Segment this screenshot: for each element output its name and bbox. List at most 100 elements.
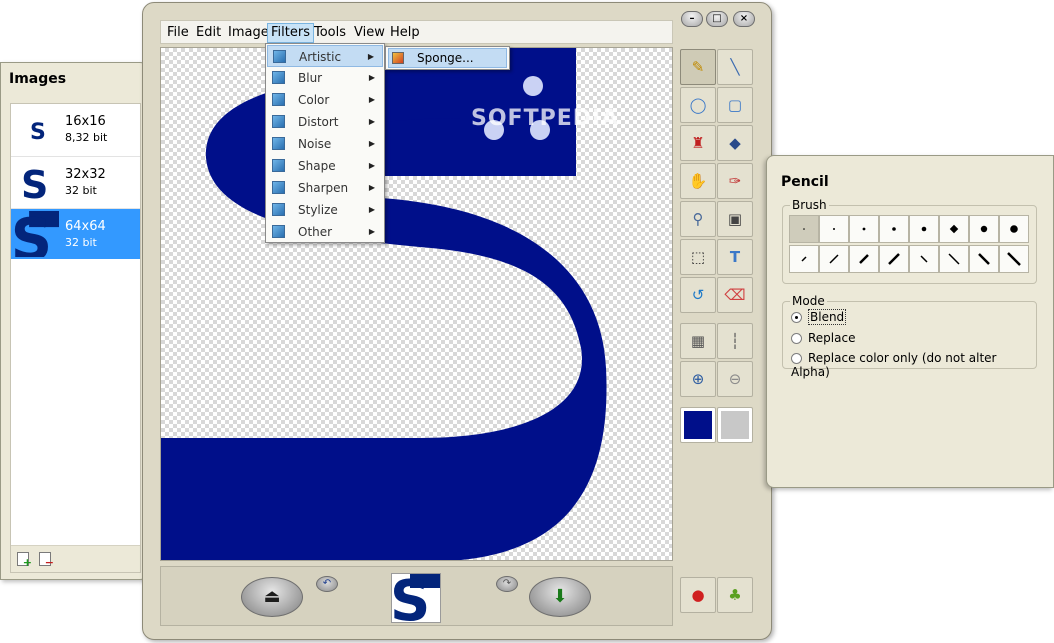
zoom-out-icon: ⊖ [728,370,742,388]
text-icon: T [729,248,741,266]
text-tool[interactable]: T [717,239,753,275]
grid-toggle[interactable]: ▦ [680,323,716,359]
image-bits: 32 bit [65,184,97,197]
magnifier-icon: ⚲ [692,210,704,228]
primary-color-swatch[interactable] [680,407,716,443]
mode-label: Mode [790,294,827,308]
rounded-rect-icon: ▢ [727,96,743,114]
filter-label: Artistic [299,50,342,64]
fill-tool[interactable]: ◆ [717,125,753,161]
drawing-canvas[interactable]: SOFTPEDIA [160,47,673,561]
image-item-32[interactable]: S 32x32 32 bit [11,156,140,207]
menu-tools[interactable]: Tools [311,24,349,42]
eraser-tool[interactable]: ⌫ [717,277,753,313]
minimize-icon[interactable]: – [681,11,703,27]
filter-artistic[interactable]: Artistic ▶ [267,45,383,67]
select-tool[interactable]: ⬚ [680,239,716,275]
filter-stylize[interactable]: Stylize ▶ [267,199,383,221]
undo-icon[interactable]: ↶ [316,576,338,592]
rotate-tool[interactable]: ↺ [680,277,716,313]
brush-15[interactable] [969,245,999,273]
mode-replace[interactable]: Replace [791,331,855,345]
menu-file[interactable]: File [164,24,192,42]
filter-distort[interactable]: Distort ▶ [267,111,383,133]
ellipse-icon: ◯ [689,96,707,114]
pencil-icon: ✎ [691,58,705,76]
pencil-tool[interactable]: ✎ [680,49,716,85]
brush-13[interactable] [909,245,939,273]
zoom-out-button[interactable]: ⊖ [717,361,753,397]
image-size: 16x16 [65,114,106,129]
image-item-64[interactable]: S 64x64 32 bit [11,208,140,259]
stamp-tool[interactable]: ▣ [717,201,753,237]
filter-label: Distort [298,115,339,129]
filters-menu: Artistic ▶ Blur ▶ Color ▶ Distort ▶ Noise ▶ S… [265,43,385,243]
color-picker-tool[interactable]: ✑ [717,163,753,199]
import-button[interactable]: ⬇ [529,577,591,617]
filter-sharpen[interactable]: Sharpen ▶ [267,177,383,199]
export-button[interactable]: ⏏ [241,577,303,617]
image-item-16[interactable]: S 16x16 8,32 bit [11,104,140,154]
brush-3[interactable] [849,215,879,243]
brush-11[interactable] [849,245,879,273]
filter-sponge[interactable]: Sponge... [388,48,507,68]
mode-blend[interactable]: Blend [791,309,847,325]
brush-7[interactable] [969,215,999,243]
redo-icon[interactable]: ↷ [496,576,518,592]
watermark: SOFTPEDIA [471,106,620,131]
ellipse-tool[interactable]: ◯ [680,87,716,123]
close-icon[interactable]: × [733,11,755,27]
brush-12[interactable] [879,245,909,273]
rounded-rect-tool[interactable]: ▢ [717,87,753,123]
brush-2[interactable] [819,215,849,243]
maximize-icon[interactable]: □ [706,11,728,27]
brush-6[interactable] [939,215,969,243]
brush-10[interactable] [819,245,849,273]
eraser-icon: ⌫ [724,286,746,304]
filter-label: Blur [298,71,323,85]
magnifier-tool[interactable]: ⚲ [680,201,716,237]
spray-icon: ♜ [691,134,705,152]
svg-text:S: S [392,574,430,622]
zoom-in-button[interactable]: ⊕ [680,361,716,397]
menu-image[interactable]: Image [225,24,272,42]
brush-1[interactable] [789,215,819,243]
fill-bucket-icon: ◆ [729,134,741,152]
add-image-icon[interactable]: + [17,552,32,568]
preview-thumbnail: S [390,569,441,634]
ruler-toggle[interactable]: ┆ [717,323,753,359]
hand-tool[interactable]: ✋ [680,163,716,199]
filter-blur[interactable]: Blur ▶ [267,67,383,89]
menu-filters[interactable]: Filters [267,23,314,43]
menu-view[interactable]: View [351,24,388,42]
filter-noise[interactable]: Noise ▶ [267,133,383,155]
filter-shape[interactable]: Shape ▶ [267,155,383,177]
line-tool[interactable]: ╲ [717,49,753,85]
sponge-icon [392,52,404,64]
brush-14[interactable] [939,245,969,273]
filter-icon [273,50,286,63]
filter-other[interactable]: Other ▶ [267,221,383,243]
submenu-arrow-icon: ▶ [368,227,375,236]
image-thumbnail: S [21,163,48,202]
submenu-arrow-icon: ▶ [368,95,375,104]
spray-tool[interactable]: ♜ [680,125,716,161]
brush-5[interactable] [909,215,939,243]
bottom-bar: ⏏ ↶ S ↷ ⬇ [160,566,673,634]
brush-4[interactable] [879,215,909,243]
apple-export-button[interactable]: ● [680,577,716,613]
select-rect-icon: ⬚ [690,248,706,266]
android-export-button[interactable]: ♣ [717,577,753,613]
menu-edit[interactable]: Edit [193,24,224,42]
filter-color[interactable]: Color ▶ [267,89,383,111]
menu-help[interactable]: Help [387,24,423,42]
artistic-submenu: Sponge... [385,46,510,70]
filter-icon [272,115,285,128]
secondary-color-swatch[interactable] [717,407,753,443]
brush-8[interactable] [999,215,1029,243]
remove-image-icon[interactable]: − [39,552,54,568]
brush-9[interactable] [789,245,819,273]
mode-replace-color-only[interactable]: Replace color only (do not alter Alpha) [791,351,1036,379]
brush-16[interactable] [999,245,1029,273]
rotate-icon: ↺ [691,286,705,304]
